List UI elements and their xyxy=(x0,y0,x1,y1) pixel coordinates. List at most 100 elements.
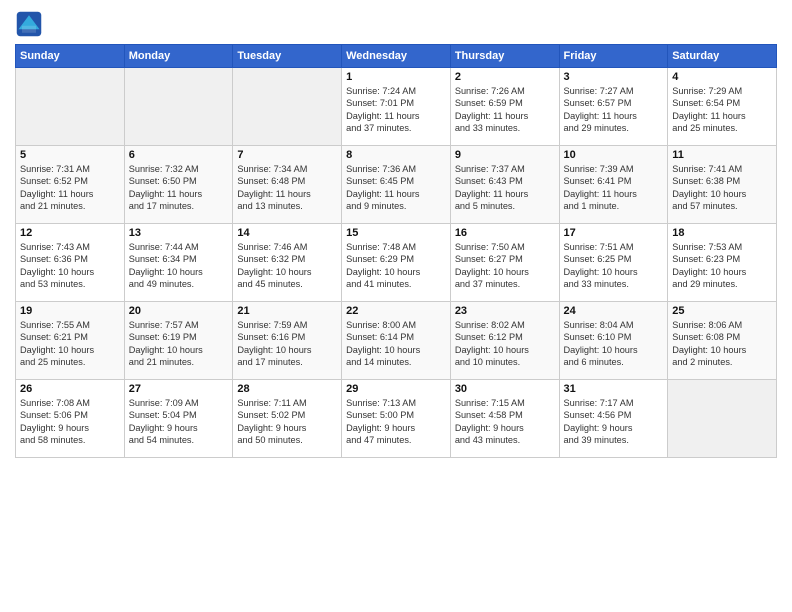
day-info: Sunrise: 8:06 AM Sunset: 6:08 PM Dayligh… xyxy=(672,319,772,369)
day-info: Sunrise: 7:24 AM Sunset: 7:01 PM Dayligh… xyxy=(346,85,446,135)
calendar-week-2: 5 Sunrise: 7:31 AM Sunset: 6:52 PM Daylig… xyxy=(16,146,777,224)
day-number: 4 xyxy=(672,71,772,83)
calendar-cell: 13Sunrise: 7:44 AM Sunset: 6:34 PM Dayli… xyxy=(124,224,233,302)
calendar-header-wednesday: Wednesday xyxy=(342,45,451,68)
day-number: 3 xyxy=(564,71,664,83)
day-info: Sunrise: 7:09 AM Sunset: 5:04 PM Dayligh… xyxy=(129,397,229,447)
day-info: Sunrise: 7:51 AM Sunset: 6:25 PM Dayligh… xyxy=(564,241,664,291)
day-info: Sunrise: 7:43 AM Sunset: 6:36 PM Dayligh… xyxy=(20,241,120,291)
day-info: Sunrise: 7:17 AM Sunset: 4:56 PM Dayligh… xyxy=(564,397,664,447)
calendar-cell: 28 Sunrise: 7:11 AM Sunset: 5:02 PM Dayli… xyxy=(233,380,342,458)
day-info: Sunrise: 7:46 AM Sunset: 6:32 PM Dayligh… xyxy=(237,241,337,291)
calendar-cell: 5 Sunrise: 7:31 AM Sunset: 6:52 PM Daylig… xyxy=(16,146,125,224)
calendar-week-3: 12 Sunrise: 7:43 AM Sunset: 6:36 PM Dayli… xyxy=(16,224,777,302)
calendar-header-monday: Monday xyxy=(124,45,233,68)
calendar-header-sunday: Sunday xyxy=(16,45,125,68)
calendar-cell: 9 Sunrise: 7:37 AM Sunset: 6:43 PM Daylig… xyxy=(450,146,559,224)
day-number: 11 xyxy=(672,149,772,161)
day-info: Sunrise: 7:15 AM Sunset: 4:58 PM Dayligh… xyxy=(455,397,555,447)
day-info: Sunrise: 7:36 AM Sunset: 6:45 PM Dayligh… xyxy=(346,163,446,213)
day-info: Sunrise: 7:26 AM Sunset: 6:59 PM Dayligh… xyxy=(455,85,555,135)
calendar-cell xyxy=(233,68,342,146)
calendar-cell: 27 Sunrise: 7:09 AM Sunset: 5:04 PM Dayli… xyxy=(124,380,233,458)
calendar-header-thursday: Thursday xyxy=(450,45,559,68)
calendar-week-1: 1 Sunrise: 7:24 AM Sunset: 7:01 PM Daylig… xyxy=(16,68,777,146)
day-number: 12 xyxy=(20,227,120,239)
calendar-cell: 29 Sunrise: 7:13 AM Sunset: 5:00 PM Dayli… xyxy=(342,380,451,458)
calendar-header-row: SundayMondayTuesdayWednesdayThursdayFrid… xyxy=(16,45,777,68)
day-info: Sunrise: 7:37 AM Sunset: 6:43 PM Dayligh… xyxy=(455,163,555,213)
calendar-cell: 30 Sunrise: 7:15 AM Sunset: 4:58 PM Dayli… xyxy=(450,380,559,458)
calendar-cell: 17 Sunrise: 7:51 AM Sunset: 6:25 PM Dayli… xyxy=(559,224,668,302)
calendar-header-saturday: Saturday xyxy=(668,45,777,68)
day-number: 8 xyxy=(346,149,446,161)
day-number: 30 xyxy=(455,383,555,395)
day-number: 14 xyxy=(237,227,337,239)
day-number: 23 xyxy=(455,305,555,317)
calendar-cell: 10 Sunrise: 7:39 AM Sunset: 6:41 PM Dayli… xyxy=(559,146,668,224)
calendar-cell: 26Sunrise: 7:08 AM Sunset: 5:06 PM Dayli… xyxy=(16,380,125,458)
day-info: Sunrise: 7:31 AM Sunset: 6:52 PM Dayligh… xyxy=(20,163,120,213)
calendar-cell: 4 Sunrise: 7:29 AM Sunset: 6:54 PM Daylig… xyxy=(668,68,777,146)
logo xyxy=(15,10,47,38)
day-info: Sunrise: 7:53 AM Sunset: 6:23 PM Dayligh… xyxy=(672,241,772,291)
day-info: Sunrise: 7:55 AM Sunset: 6:21 PM Dayligh… xyxy=(20,319,120,369)
day-info: Sunrise: 8:02 AM Sunset: 6:12 PM Dayligh… xyxy=(455,319,555,369)
calendar-header-friday: Friday xyxy=(559,45,668,68)
calendar-cell: 15 Sunrise: 7:48 AM Sunset: 6:29 PM Dayli… xyxy=(342,224,451,302)
calendar-header-tuesday: Tuesday xyxy=(233,45,342,68)
day-info: Sunrise: 7:59 AM Sunset: 6:16 PM Dayligh… xyxy=(237,319,337,369)
day-number: 29 xyxy=(346,383,446,395)
calendar-cell: 16Sunrise: 7:50 AM Sunset: 6:27 PM Dayli… xyxy=(450,224,559,302)
day-number: 17 xyxy=(564,227,664,239)
calendar-cell: 18 Sunrise: 7:53 AM Sunset: 6:23 PM Dayli… xyxy=(668,224,777,302)
calendar-cell: 19 Sunrise: 7:55 AM Sunset: 6:21 PM Dayli… xyxy=(16,302,125,380)
day-info: Sunrise: 7:48 AM Sunset: 6:29 PM Dayligh… xyxy=(346,241,446,291)
day-number: 18 xyxy=(672,227,772,239)
calendar-cell: 20Sunrise: 7:57 AM Sunset: 6:19 PM Dayli… xyxy=(124,302,233,380)
day-number: 27 xyxy=(129,383,229,395)
day-number: 10 xyxy=(564,149,664,161)
calendar-cell: 3 Sunrise: 7:27 AM Sunset: 6:57 PM Daylig… xyxy=(559,68,668,146)
day-number: 6 xyxy=(129,149,229,161)
day-number: 5 xyxy=(20,149,120,161)
day-number: 7 xyxy=(237,149,337,161)
calendar-cell: 12 Sunrise: 7:43 AM Sunset: 6:36 PM Dayli… xyxy=(16,224,125,302)
calendar-cell: 24Sunrise: 8:04 AM Sunset: 6:10 PM Dayli… xyxy=(559,302,668,380)
day-info: Sunrise: 7:27 AM Sunset: 6:57 PM Dayligh… xyxy=(564,85,664,135)
day-number: 25 xyxy=(672,305,772,317)
header xyxy=(15,10,777,38)
calendar-cell: 25 Sunrise: 8:06 AM Sunset: 6:08 PM Dayli… xyxy=(668,302,777,380)
day-info: Sunrise: 7:34 AM Sunset: 6:48 PM Dayligh… xyxy=(237,163,337,213)
day-info: Sunrise: 7:41 AM Sunset: 6:38 PM Dayligh… xyxy=(672,163,772,213)
calendar-cell: 14 Sunrise: 7:46 AM Sunset: 6:32 PM Dayli… xyxy=(233,224,342,302)
calendar-cell: 23 Sunrise: 8:02 AM Sunset: 6:12 PM Dayli… xyxy=(450,302,559,380)
day-info: Sunrise: 8:00 AM Sunset: 6:14 PM Dayligh… xyxy=(346,319,446,369)
calendar-week-5: 26Sunrise: 7:08 AM Sunset: 5:06 PM Dayli… xyxy=(16,380,777,458)
calendar-cell xyxy=(124,68,233,146)
day-number: 31 xyxy=(564,383,664,395)
day-number: 16 xyxy=(455,227,555,239)
day-number: 13 xyxy=(129,227,229,239)
calendar-cell: 31 Sunrise: 7:17 AM Sunset: 4:56 PM Dayli… xyxy=(559,380,668,458)
day-number: 21 xyxy=(237,305,337,317)
calendar-cell xyxy=(16,68,125,146)
day-number: 20 xyxy=(129,305,229,317)
day-number: 26 xyxy=(20,383,120,395)
day-number: 28 xyxy=(237,383,337,395)
day-number: 15 xyxy=(346,227,446,239)
calendar-cell: 8 Sunrise: 7:36 AM Sunset: 6:45 PM Daylig… xyxy=(342,146,451,224)
day-info: Sunrise: 7:39 AM Sunset: 6:41 PM Dayligh… xyxy=(564,163,664,213)
day-info: Sunrise: 8:04 AM Sunset: 6:10 PM Dayligh… xyxy=(564,319,664,369)
calendar-week-4: 19 Sunrise: 7:55 AM Sunset: 6:21 PM Dayli… xyxy=(16,302,777,380)
day-info: Sunrise: 7:29 AM Sunset: 6:54 PM Dayligh… xyxy=(672,85,772,135)
day-info: Sunrise: 7:13 AM Sunset: 5:00 PM Dayligh… xyxy=(346,397,446,447)
day-info: Sunrise: 7:11 AM Sunset: 5:02 PM Dayligh… xyxy=(237,397,337,447)
day-number: 19 xyxy=(20,305,120,317)
logo-icon xyxy=(15,10,43,38)
day-number: 9 xyxy=(455,149,555,161)
calendar-container: SundayMondayTuesdayWednesdayThursdayFrid… xyxy=(0,0,792,468)
calendar-cell: 7 Sunrise: 7:34 AM Sunset: 6:48 PM Daylig… xyxy=(233,146,342,224)
day-number: 1 xyxy=(346,71,446,83)
calendar-cell xyxy=(668,380,777,458)
